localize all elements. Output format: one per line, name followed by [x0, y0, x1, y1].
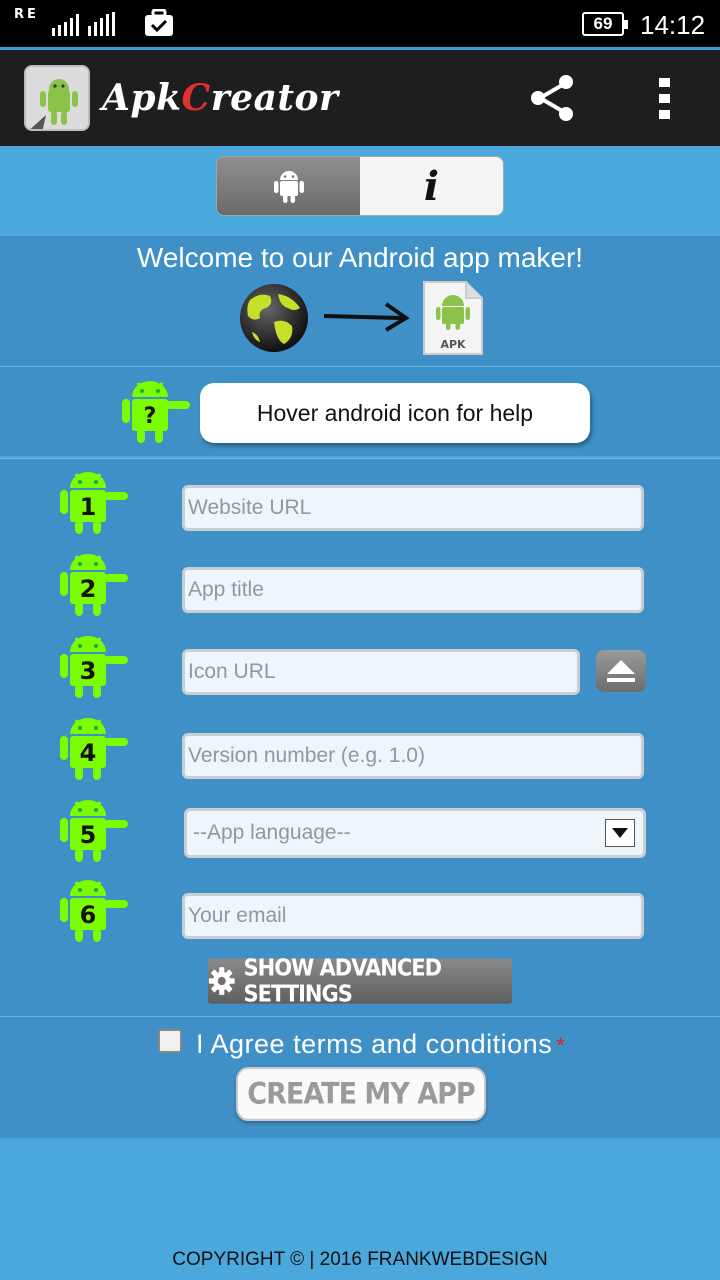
terms-label: I Agree terms and conditions * [196, 1027, 565, 1063]
email-field[interactable]: Your email [182, 893, 644, 939]
welcome-banner: Welcome to our Android app maker! APK [0, 236, 720, 366]
signal-strength-icon [52, 12, 115, 36]
upload-icon-button[interactable] [596, 650, 646, 692]
arrow-right-icon [323, 302, 410, 332]
share-button[interactable] [526, 72, 578, 124]
terms-section: I Agree terms and conditions * CREATE MY … [0, 1016, 720, 1138]
step-4-android-icon[interactable]: 4 [60, 716, 130, 782]
icon-url-field[interactable]: Icon URL [182, 649, 580, 695]
create-my-app-button[interactable]: CREATE MY APP [236, 1067, 486, 1121]
step-number-label: 5 [80, 821, 97, 849]
terms-checkbox[interactable] [158, 1029, 182, 1053]
apk-label: APK [440, 338, 466, 351]
required-marker: * [556, 1033, 566, 1058]
network-type-label: RE [14, 7, 39, 22]
android-icon [273, 171, 304, 203]
step-number-label: 3 [80, 657, 97, 685]
more-options-button[interactable] [646, 74, 684, 124]
app-language-select[interactable]: --App language-- [184, 808, 646, 858]
step-number-label: 6 [80, 901, 97, 929]
android-help-icon[interactable]: ? [122, 379, 192, 445]
terms-text: I Agree terms and conditions [196, 1029, 553, 1059]
app-title: ApkCreator [102, 76, 339, 120]
app-title-part-3: reator [210, 77, 339, 119]
app-title-part-1: Apk [102, 77, 182, 119]
website-url-field[interactable]: Website URL [182, 485, 644, 531]
step-3-android-icon[interactable]: 3 [60, 634, 130, 700]
step-number-label: 1 [80, 493, 97, 521]
status-bar: RE 69 14:12 [0, 0, 720, 48]
share-icon [531, 75, 573, 121]
copyright-footer: COPYRIGHT © | 2016 FRANKWEBDESIGN [172, 1249, 548, 1270]
show-advanced-settings-button[interactable]: SHOW ADVANCED SETTINGS [208, 955, 512, 1007]
step-2-android-icon[interactable]: 2 [60, 552, 130, 618]
step-number-label: 2 [80, 575, 97, 603]
help-row: ? Hover android icon for help [0, 366, 720, 456]
app-logo-icon [24, 65, 90, 131]
app-bar: ApkCreator [0, 50, 720, 146]
chevron-down-icon [605, 819, 635, 847]
tab-info[interactable]: i [360, 157, 503, 215]
clock: 14:12 [640, 10, 706, 40]
step-6-android-icon[interactable]: 6 [60, 878, 130, 944]
app-language-value: --App language-- [193, 821, 351, 844]
step-number-label: 4 [80, 739, 97, 767]
upload-icon [607, 660, 635, 682]
help-bot-label: ? [144, 404, 157, 429]
gear-icon [208, 967, 235, 995]
help-text: Hover android icon for help [200, 383, 590, 443]
advanced-settings-label: SHOW ADVANCED SETTINGS [243, 955, 443, 1007]
tab-android[interactable] [217, 157, 360, 215]
app-title-field[interactable]: App title [182, 567, 644, 613]
version-number-field[interactable]: Version number (e.g. 1.0) [182, 733, 644, 779]
apk-file-icon: APK [423, 281, 483, 355]
step-5-android-icon[interactable]: 5 [60, 798, 130, 864]
battery-indicator: 69 [582, 12, 628, 36]
step-1-android-icon[interactable]: 1 [60, 470, 130, 536]
welcome-text: Welcome to our Android app maker! [136, 242, 584, 273]
briefcase-check-icon [145, 9, 173, 36]
more-vert-icon [659, 78, 670, 119]
mode-toggle: i [216, 156, 504, 216]
globe-icon [240, 284, 308, 352]
app-title-part-2: C [181, 77, 211, 119]
